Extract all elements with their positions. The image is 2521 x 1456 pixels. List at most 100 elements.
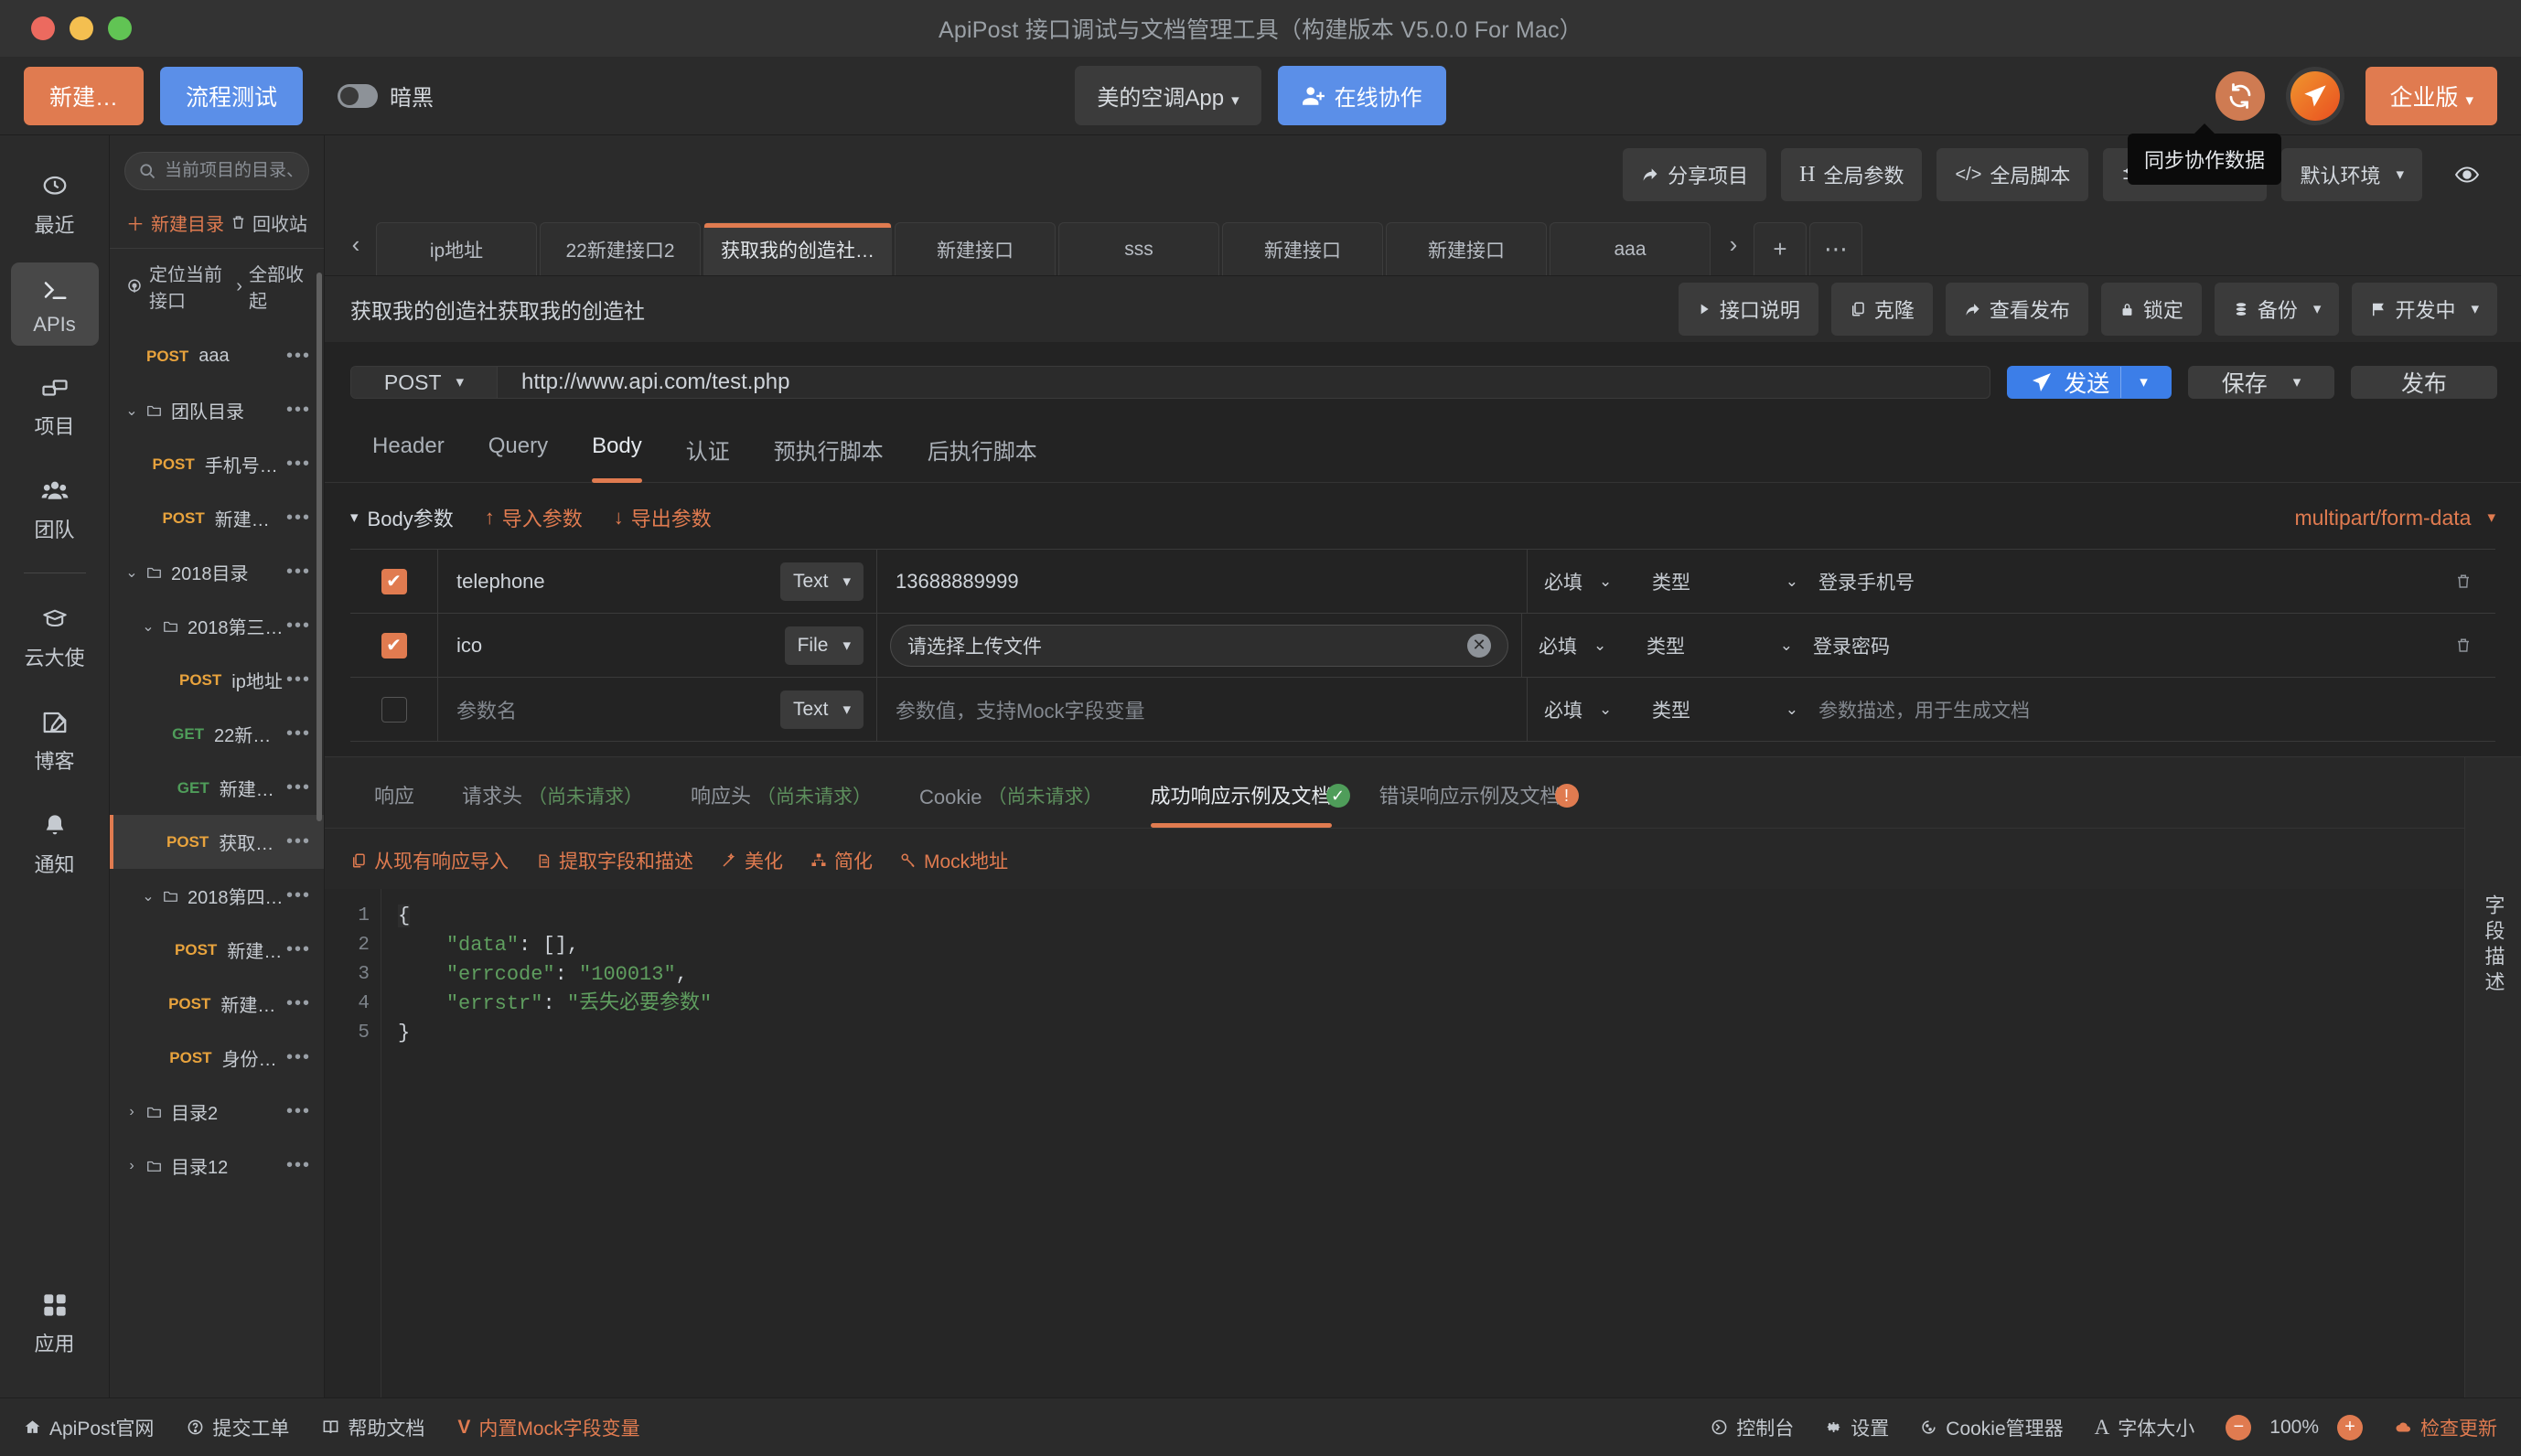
request-tab[interactable]: 预执行脚本 [752, 419, 906, 482]
tree-folder-node[interactable]: ⌄ 2018第三季度••• [110, 599, 324, 653]
recycle-bin-button[interactable]: 回收站 [231, 209, 307, 236]
api-tab[interactable]: ip地址 [376, 222, 537, 275]
rail-item-team[interactable]: 团队 [11, 464, 99, 552]
request-tab[interactable]: 后执行脚本 [906, 419, 1059, 482]
tree-api-node[interactable]: POST 新建接口••• [110, 923, 324, 977]
chevron-down-icon[interactable]: ⌄ [139, 617, 157, 636]
body-params-label-group[interactable]: ▾ Body参数 [350, 503, 454, 532]
tree-node-more-button[interactable]: ••• [286, 723, 311, 744]
tree-node-more-button[interactable]: ••• [286, 993, 311, 1014]
tree-node-more-button[interactable]: ••• [286, 885, 311, 906]
new-directory-button[interactable]: ＋ 新建目录 [126, 209, 224, 236]
tree-node-more-button[interactable]: ••• [286, 346, 311, 367]
tree-node-more-button[interactable]: ••• [286, 454, 311, 475]
tree-api-node[interactable]: POST 获取我的创造社…••• [110, 815, 324, 869]
param-delete-button[interactable] [2431, 637, 2495, 655]
api-action-button[interactable]: 备份 ▾ [2214, 283, 2340, 336]
publish-button[interactable]: 发布 [2351, 366, 2497, 399]
api-action-button[interactable]: 查看发布 [1945, 283, 2088, 336]
status-builtin-mock-vars[interactable]: V 内置Mock字段变量 [457, 1414, 639, 1441]
add-tab-button[interactable]: + [1754, 222, 1807, 275]
param-description-input[interactable]: 登录密码 [1806, 632, 2431, 659]
param-description-input[interactable]: 参数描述，用于生成文档 [1811, 696, 2431, 723]
param-enabled-checkbox[interactable]: ✔ [350, 550, 438, 613]
sync-collab-data-button[interactable] [2215, 70, 2266, 121]
tree-folder-node[interactable]: ⌄ 2018第四季度••• [110, 869, 324, 923]
save-button[interactable]: 保存 ▾ [2188, 366, 2334, 399]
chevron-right-icon[interactable]: › [123, 1158, 141, 1174]
request-tab[interactable]: 认证 [664, 419, 752, 482]
status-settings[interactable]: 设置 [1825, 1414, 1889, 1441]
param-field-type-selector[interactable]: 类型 ⌄ [1641, 632, 1806, 659]
tree-node-more-button[interactable]: ••• [286, 939, 311, 960]
status-cookie-manager[interactable]: Cookie管理器 [1920, 1414, 2064, 1441]
tree-api-node[interactable]: POST 身份证号码吧••• [110, 1031, 324, 1085]
editor-tool-button[interactable]: 简化 [810, 847, 873, 874]
tree-node-more-button[interactable]: ••• [286, 400, 311, 421]
rail-item-apis[interactable]: APIs [10, 262, 99, 346]
zoom-out-button[interactable]: − [2226, 1414, 2252, 1440]
tree-node-more-button[interactable]: ••• [286, 1047, 311, 1068]
param-value-input[interactable]: 参数值，支持Mock字段变量 [877, 678, 1528, 741]
preview-eye-button[interactable] [2437, 151, 2497, 198]
online-collaboration-button[interactable]: 在线协作 [1277, 66, 1446, 125]
status-check-update[interactable]: 检查更新 [2394, 1414, 2497, 1441]
param-delete-button[interactable] [2431, 573, 2495, 591]
tree-api-node[interactable]: POST 手机号码归属地你••• [110, 437, 324, 491]
api-action-button[interactable]: 克隆 [1830, 283, 1933, 336]
zoom-in-button[interactable]: + [2337, 1414, 2363, 1440]
tree-api-node[interactable]: GET 新建接口 ••• [110, 761, 324, 815]
response-tab[interactable]: 响应头 （尚未请求） [667, 780, 896, 828]
status-font-size[interactable]: A 字体大小 [2095, 1414, 2195, 1441]
rail-item-cloud-ambassador[interactable]: 云大使 [11, 592, 99, 680]
status-apipost-website[interactable]: ApiPost官网 [24, 1414, 154, 1441]
chevron-down-icon[interactable]: ⌄ [123, 401, 141, 420]
tree-node-more-button[interactable]: ••• [286, 831, 311, 852]
tree-api-node[interactable]: POST 新建接口••• [110, 491, 324, 545]
param-required-selector[interactable]: 必填 ⌄ [1522, 632, 1641, 659]
response-tab[interactable]: 错误响应示例及文档! [1356, 780, 1584, 828]
tree-node-more-button[interactable]: ••• [286, 616, 311, 637]
toggle-switch[interactable] [338, 83, 379, 108]
tree-node-more-button[interactable]: ••• [286, 1101, 311, 1122]
tree-node-more-button[interactable]: ••• [286, 508, 311, 529]
api-tab[interactable]: 新建接口 [895, 222, 1056, 275]
request-tab[interactable]: Query [467, 419, 570, 482]
api-tab[interactable]: 新建接口 [1222, 222, 1383, 275]
api-tab[interactable]: 22新建接口2 [540, 222, 701, 275]
rail-item-notifications[interactable]: 通知 [11, 798, 99, 887]
tree-api-node[interactable]: POST aaa ••• [110, 329, 324, 383]
api-action-button[interactable]: 开发中 ▾ [2352, 283, 2497, 336]
tree-api-node[interactable]: POST 新建接口ABC1••• [110, 977, 324, 1031]
api-tab[interactable]: sss [1058, 222, 1219, 275]
json-editor[interactable]: 1 2 3 4 5 { "data": [], "errcode": "100013",… [325, 889, 2464, 1397]
api-action-button[interactable]: 接口说明 [1678, 283, 1818, 336]
tree-folder-node[interactable]: ⌄ 团队目录 ••• [110, 383, 324, 437]
url-input[interactable] [498, 367, 1990, 398]
response-tab[interactable]: 响应 [350, 780, 438, 828]
rail-item-recent[interactable]: 最近 [11, 159, 99, 248]
chevron-down-icon[interactable]: ⌄ [123, 563, 141, 582]
tree-node-more-button[interactable]: ••• [286, 777, 311, 798]
param-enabled-checkbox[interactable] [350, 678, 438, 741]
send-button[interactable]: 发送 ▾ [2007, 366, 2172, 399]
close-icon[interactable]: ✕ [1467, 633, 1491, 658]
import-params-button[interactable]: ↑ 导入参数 [485, 503, 583, 532]
file-picker[interactable]: 请选择上传文件 ✕ [890, 624, 1508, 667]
rail-item-blog[interactable]: 博客 [11, 695, 99, 784]
param-description-input[interactable]: 登录手机号 [1811, 568, 2431, 595]
tree-api-node[interactable]: POST ip地址 ••• [110, 653, 324, 707]
response-tab[interactable]: 成功响应示例及文档 ✓ [1127, 780, 1356, 828]
chevron-down-icon[interactable]: ▾ [2293, 373, 2301, 391]
chevron-down-icon[interactable]: ⌄ [139, 887, 157, 905]
param-enabled-checkbox[interactable]: ✔ [350, 614, 438, 677]
collapse-all-button[interactable]: › 全部收起 [236, 260, 307, 313]
tree-folder-node[interactable]: › 目录2 ••• [110, 1085, 324, 1139]
tree-node-more-button[interactable]: ••• [286, 562, 311, 583]
global-script-button[interactable]: </> 全局脚本 [1936, 148, 2089, 201]
flow-test-button[interactable]: 流程测试 [160, 66, 304, 125]
environment-selector-button[interactable]: 默认环境 ▾ [2281, 148, 2422, 201]
param-name-input[interactable]: telephone [438, 550, 731, 613]
api-tab[interactable]: aaa [1550, 222, 1711, 275]
tabs-more-button[interactable]: ⋯ [1809, 222, 1862, 275]
